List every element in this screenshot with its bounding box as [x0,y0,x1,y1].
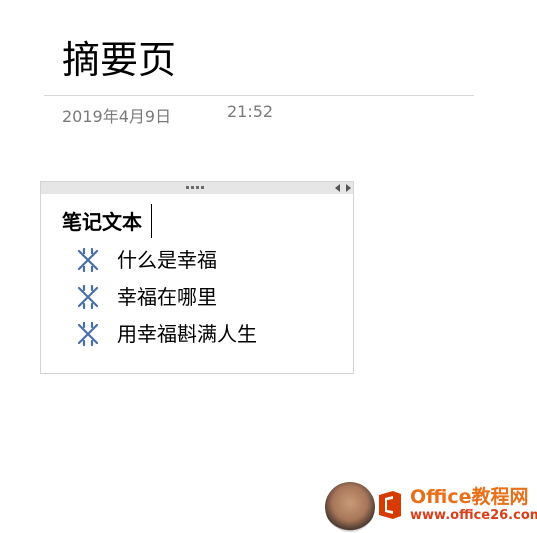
resize-right-arrow-icon[interactable] [346,184,351,192]
text-cursor [151,204,152,238]
page-time: 21:52 [227,102,274,121]
list-item-label: 用幸福斟满人生 [117,322,257,346]
list-item-label: 什么是幸福 [117,248,217,272]
list-item-label: 幸福在哪里 [117,285,217,309]
note-container[interactable]: 笔记文本 什么是幸福 幸福在哪里 用幸福斟满人生 [40,181,354,374]
office-logo-icon [379,491,401,519]
cross-star-icon [77,321,99,347]
resize-left-arrow-icon[interactable] [335,184,340,192]
cross-star-icon [77,247,99,273]
drag-handle-icon[interactable] [186,186,206,190]
note-container-handle[interactable] [41,182,353,194]
list-item[interactable]: 什么是幸福 [75,246,217,274]
avatar [325,482,375,532]
watermark-url: www.office26.com [410,508,537,523]
watermark-brand: Office教程网 [410,486,529,508]
title-divider [44,95,474,96]
watermark: Office教程网 www.office26.com [325,480,537,533]
page-title[interactable]: 摘要页 [62,34,176,86]
list-item[interactable]: 用幸福斟满人生 [75,320,257,348]
list-item[interactable]: 幸福在哪里 [75,283,217,311]
note-heading[interactable]: 笔记文本 [62,208,142,236]
cross-star-icon [77,284,99,310]
page-date: 2019年4月9日 [62,107,172,126]
